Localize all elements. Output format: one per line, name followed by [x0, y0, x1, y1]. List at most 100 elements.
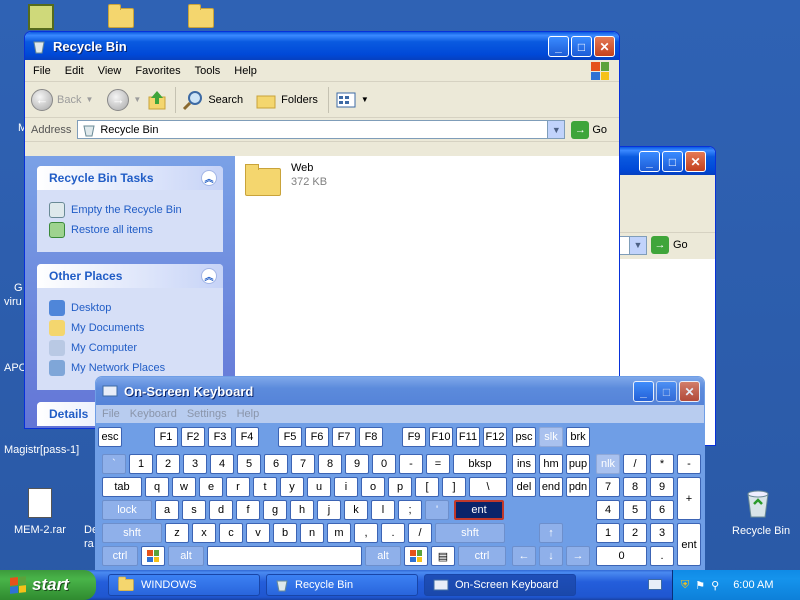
osk-key[interactable]: n [300, 523, 324, 543]
osk-key[interactable]: end [539, 477, 563, 497]
osk-key[interactable]: ← [512, 546, 536, 566]
osk-key[interactable]: v [246, 523, 270, 543]
osk-key[interactable]: e [199, 477, 223, 497]
osk-key[interactable]: d [209, 500, 233, 520]
maximize-button[interactable]: □ [662, 151, 683, 172]
osk-key[interactable]: pdn [566, 477, 590, 497]
osk-key[interactable]: f [236, 500, 260, 520]
osk-key[interactable]: . [650, 546, 674, 566]
osk-key[interactable]: brk [566, 427, 590, 447]
osk-key[interactable]: p [388, 477, 412, 497]
osk-key[interactable]: y [280, 477, 304, 497]
start-button[interactable]: start [0, 570, 96, 600]
shield-icon[interactable]: ⛨ [681, 579, 689, 592]
osk-key[interactable]: 3 [183, 454, 207, 474]
osk-key[interactable]: 4 [210, 454, 234, 474]
osk-key[interactable]: F10 [429, 427, 453, 447]
osk-key[interactable]: b [273, 523, 297, 543]
osk-key[interactable]: g [263, 500, 287, 520]
osk-key[interactable]: 5 [237, 454, 261, 474]
panel-title[interactable]: Details [49, 407, 88, 421]
osk-key[interactable]: lock [102, 500, 152, 520]
osk-key[interactable]: 1 [129, 454, 153, 474]
osk-key[interactable]: 7 [291, 454, 315, 474]
osk-key[interactable]: 5 [623, 500, 647, 520]
osk-key[interactable]: = [426, 454, 450, 474]
desktop-icon-folder-2[interactable] [188, 4, 214, 28]
osk-key[interactable]: ent [454, 500, 504, 520]
menu-file[interactable]: File [102, 408, 120, 420]
close-button[interactable]: ✕ [685, 151, 706, 172]
search-icon[interactable]: ⚲ [711, 579, 719, 592]
osk-key[interactable]: F11 [456, 427, 480, 447]
osk-key[interactable]: 8 [623, 477, 647, 497]
desktop-link[interactable]: Desktop [49, 300, 211, 316]
minimize-button[interactable]: _ [639, 151, 660, 172]
windows-logo-key[interactable] [141, 546, 165, 566]
go-arrow-icon[interactable]: → [651, 236, 669, 254]
windows-logo-key[interactable] [404, 546, 428, 566]
osk-key[interactable]: ↑ [539, 523, 563, 543]
osk-key[interactable]: ctrl [102, 546, 138, 566]
osk-key[interactable]: bksp [453, 454, 507, 474]
desktop-icon-calendar[interactable] [28, 4, 54, 30]
osk-key[interactable]: ] [442, 477, 466, 497]
menu-view[interactable]: View [98, 65, 122, 77]
menu-help[interactable]: Help [237, 408, 260, 420]
close-button[interactable]: ✕ [679, 381, 700, 402]
desktop-icon-mem-rar[interactable] [28, 488, 52, 518]
empty-recycle-bin-link[interactable]: Empty the Recycle Bin [49, 202, 211, 218]
osk-key[interactable]: l [371, 500, 395, 520]
osk-key[interactable]: 4 [596, 500, 620, 520]
osk-key[interactable]: [ [415, 477, 439, 497]
osk-key[interactable]: 9 [345, 454, 369, 474]
osk-key[interactable]: psc [512, 427, 536, 447]
osk-key[interactable]: F6 [305, 427, 329, 447]
menu-keyboard[interactable]: Keyboard [130, 408, 177, 420]
on-screen-keyboard-window[interactable]: On-Screen Keyboard _ □ ✕ File Keyboard S… [95, 376, 705, 570]
my-documents-link[interactable]: My Documents [49, 320, 211, 336]
osk-key[interactable]: 6 [264, 454, 288, 474]
osk-key[interactable]: → [566, 546, 590, 566]
views-button[interactable]: ▼ [335, 90, 369, 110]
osk-key[interactable]: F5 [278, 427, 302, 447]
my-network-places-link[interactable]: My Network Places [49, 360, 211, 376]
back-button[interactable]: ← Back ▼ [31, 88, 93, 111]
close-button[interactable]: ✕ [594, 36, 615, 57]
osk-key[interactable]: ' [425, 500, 449, 520]
osk-key[interactable]: F3 [208, 427, 232, 447]
osk-key[interactable]: z [165, 523, 189, 543]
menu-settings[interactable]: Settings [187, 408, 227, 420]
minimize-button[interactable]: _ [633, 381, 654, 402]
maximize-button[interactable]: □ [571, 36, 592, 57]
osk-key[interactable]: / [623, 454, 647, 474]
osk-key[interactable]: F9 [402, 427, 426, 447]
osk-key[interactable]: slk [539, 427, 563, 447]
osk-key[interactable]: 6 [650, 500, 674, 520]
osk-key[interactable]: a [155, 500, 179, 520]
osk-key[interactable]: alt [365, 546, 401, 566]
go-button[interactable]: → Go [571, 120, 607, 139]
chevron-down-icon[interactable]: ▼ [629, 236, 646, 254]
osk-key[interactable]: F12 [483, 427, 507, 447]
osk-key[interactable]: - [677, 454, 701, 474]
osk-key[interactable]: F2 [181, 427, 205, 447]
desktop-icon-folder-1[interactable] [108, 4, 134, 28]
osk-key[interactable]: ent [677, 523, 701, 566]
osk-key[interactable] [207, 546, 362, 566]
osk-key[interactable]: u [307, 477, 331, 497]
desktop-icon-recycle-bin[interactable] [744, 488, 772, 518]
chevron-down-icon[interactable]: ▼ [85, 95, 93, 104]
osk-key[interactable]: * [650, 454, 674, 474]
taskbar-item-windows[interactable]: WINDOWS [108, 574, 260, 596]
my-computer-link[interactable]: My Computer [49, 340, 211, 356]
osk-key[interactable]: c [219, 523, 243, 543]
osk-key[interactable]: ↓ [539, 546, 563, 566]
restore-all-items-link[interactable]: Restore all items [49, 222, 211, 238]
osk-key[interactable]: ` [102, 454, 126, 474]
osk-key[interactable]: s [182, 500, 206, 520]
osk-key[interactable]: ins [512, 454, 536, 474]
taskbar-item-on-screen-keyboard[interactable]: On-Screen Keyboard [424, 574, 576, 596]
network-icon[interactable]: ⚑ [695, 579, 705, 592]
osk-key[interactable]: , [354, 523, 378, 543]
